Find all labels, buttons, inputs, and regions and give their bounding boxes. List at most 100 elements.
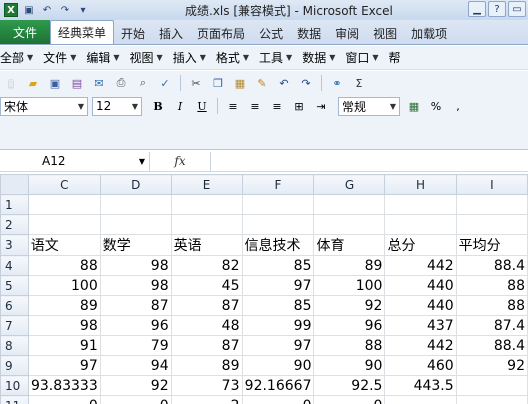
cut-icon[interactable]: ✂	[188, 75, 204, 91]
cell[interactable]: 85	[241, 255, 315, 276]
cell[interactable]: 97	[241, 335, 315, 356]
cell[interactable]: 48	[170, 315, 243, 336]
menu-format[interactable]: 格式 ▼	[216, 49, 249, 66]
select-all-corner[interactable]	[0, 174, 29, 195]
align-center-icon[interactable]: ≡	[247, 98, 263, 114]
autosum-icon[interactable]: Σ	[351, 75, 367, 91]
row-header[interactable]: 1	[0, 194, 29, 215]
cell[interactable]: 信息技术	[241, 234, 315, 256]
cell[interactable]: 88	[27, 255, 101, 276]
name-box[interactable]: A12 ▼	[0, 151, 150, 171]
row-header[interactable]: 3	[0, 234, 29, 256]
cell[interactable]: 88.4	[455, 335, 528, 356]
undo-icon[interactable]: ↶	[40, 3, 54, 17]
new-file-icon[interactable]: ▯	[3, 75, 19, 91]
cell[interactable]: 98	[99, 255, 172, 276]
font-size-select[interactable]: 12 ▼	[92, 96, 142, 116]
row-header[interactable]: 10	[0, 375, 29, 396]
permission-icon[interactable]: ▤	[69, 75, 85, 91]
cell[interactable]: 98	[27, 315, 101, 336]
menu-help[interactable]: 帮	[389, 49, 401, 66]
cell[interactable]: 440	[384, 275, 457, 296]
cell[interactable]: 97	[27, 355, 101, 376]
number-format-select[interactable]: 常规 ▼	[338, 96, 400, 116]
cell[interactable]: 92	[99, 375, 172, 396]
formula-input[interactable]	[210, 151, 528, 171]
row-header[interactable]: 2	[0, 214, 29, 235]
cell[interactable]: 0	[27, 395, 101, 404]
open-folder-icon[interactable]: ▰	[25, 75, 41, 91]
cell[interactable]: 数学	[99, 234, 172, 256]
column-header[interactable]: F	[241, 174, 315, 195]
menu-edit[interactable]: 编辑 ▼	[86, 49, 119, 66]
row-header[interactable]: 7	[0, 315, 29, 336]
cell[interactable]	[455, 214, 528, 235]
cell[interactable]: 98	[99, 275, 172, 296]
format-painter-icon[interactable]: ✎	[254, 75, 270, 91]
print-icon[interactable]: ⎙	[113, 75, 129, 91]
menu-tools[interactable]: 工具 ▼	[259, 49, 292, 66]
column-header[interactable]: D	[99, 174, 172, 195]
cell[interactable]: 0	[99, 395, 172, 404]
tab-page-layout[interactable]: 页面布局	[190, 22, 252, 44]
column-header[interactable]: G	[313, 174, 386, 195]
currency-icon[interactable]: ▦	[406, 98, 422, 114]
comma-style-icon[interactable]: ,	[450, 98, 466, 114]
copy-icon[interactable]: ❐	[210, 75, 226, 91]
row-header[interactable]: 8	[0, 335, 29, 356]
cell[interactable]: 0	[313, 395, 386, 404]
cell[interactable]: 443.5	[384, 375, 457, 396]
save-icon[interactable]: ▣	[47, 75, 63, 91]
cell[interactable]	[384, 194, 457, 215]
column-header[interactable]: E	[170, 174, 243, 195]
redo-icon[interactable]: ↷	[58, 3, 72, 17]
cell[interactable]: 100	[313, 275, 386, 296]
customize-qat-icon[interactable]: ▾	[76, 3, 90, 17]
cell[interactable]	[241, 194, 315, 215]
cell[interactable]: 87	[170, 295, 243, 316]
undo-icon[interactable]: ↶	[276, 75, 292, 91]
cell[interactable]: 96	[99, 315, 172, 336]
cell[interactable]	[313, 214, 386, 235]
cell[interactable]: 94	[99, 355, 172, 376]
cell[interactable]: 92.5	[313, 375, 386, 396]
cell[interactable]: 体育	[313, 234, 386, 256]
tab-home[interactable]: 开始	[114, 22, 152, 44]
paste-icon[interactable]: ▦	[232, 75, 248, 91]
cell[interactable]: 92.16667	[241, 375, 315, 396]
cell[interactable]: 总分	[384, 234, 457, 256]
cell[interactable]: 92	[455, 355, 528, 376]
cell[interactable]: 88	[455, 295, 528, 316]
tab-addins[interactable]: 加载项	[404, 22, 454, 44]
cell[interactable]: 91	[27, 335, 101, 356]
menu-window[interactable]: 窗口 ▼	[345, 49, 378, 66]
cell[interactable]	[27, 194, 101, 215]
cell[interactable]	[27, 214, 101, 235]
tab-insert[interactable]: 插入	[152, 22, 190, 44]
cell[interactable]	[99, 214, 172, 235]
redo-icon[interactable]: ↷	[298, 75, 314, 91]
cell[interactable]: 2	[170, 395, 243, 404]
cell[interactable]: 442	[384, 255, 457, 276]
cell[interactable]: 99	[241, 315, 315, 336]
insert-function-icon[interactable]: fx	[150, 154, 210, 168]
cell[interactable]: 88	[313, 335, 386, 356]
cell[interactable]: 92	[313, 295, 386, 316]
tab-view[interactable]: 视图	[366, 22, 404, 44]
cell[interactable]: 90	[313, 355, 386, 376]
hyperlink-icon[interactable]: ⚭	[329, 75, 345, 91]
align-left-icon[interactable]: ≡	[225, 98, 241, 114]
cell[interactable]	[241, 214, 315, 235]
cell[interactable]: 英语	[170, 234, 243, 256]
row-header[interactable]: 4	[0, 255, 29, 276]
column-header[interactable]: I	[455, 174, 528, 195]
restore-button[interactable]: ▭	[508, 1, 526, 17]
cell[interactable]: 93.83333	[27, 375, 101, 396]
cell[interactable]: 442	[384, 335, 457, 356]
tab-formulas[interactable]: 公式	[252, 22, 290, 44]
cell[interactable]: 87	[170, 335, 243, 356]
cell[interactable]: 语文	[27, 234, 101, 256]
cell[interactable]: 79	[99, 335, 172, 356]
cell[interactable]: 440	[384, 295, 457, 316]
tab-data[interactable]: 数据	[290, 22, 328, 44]
